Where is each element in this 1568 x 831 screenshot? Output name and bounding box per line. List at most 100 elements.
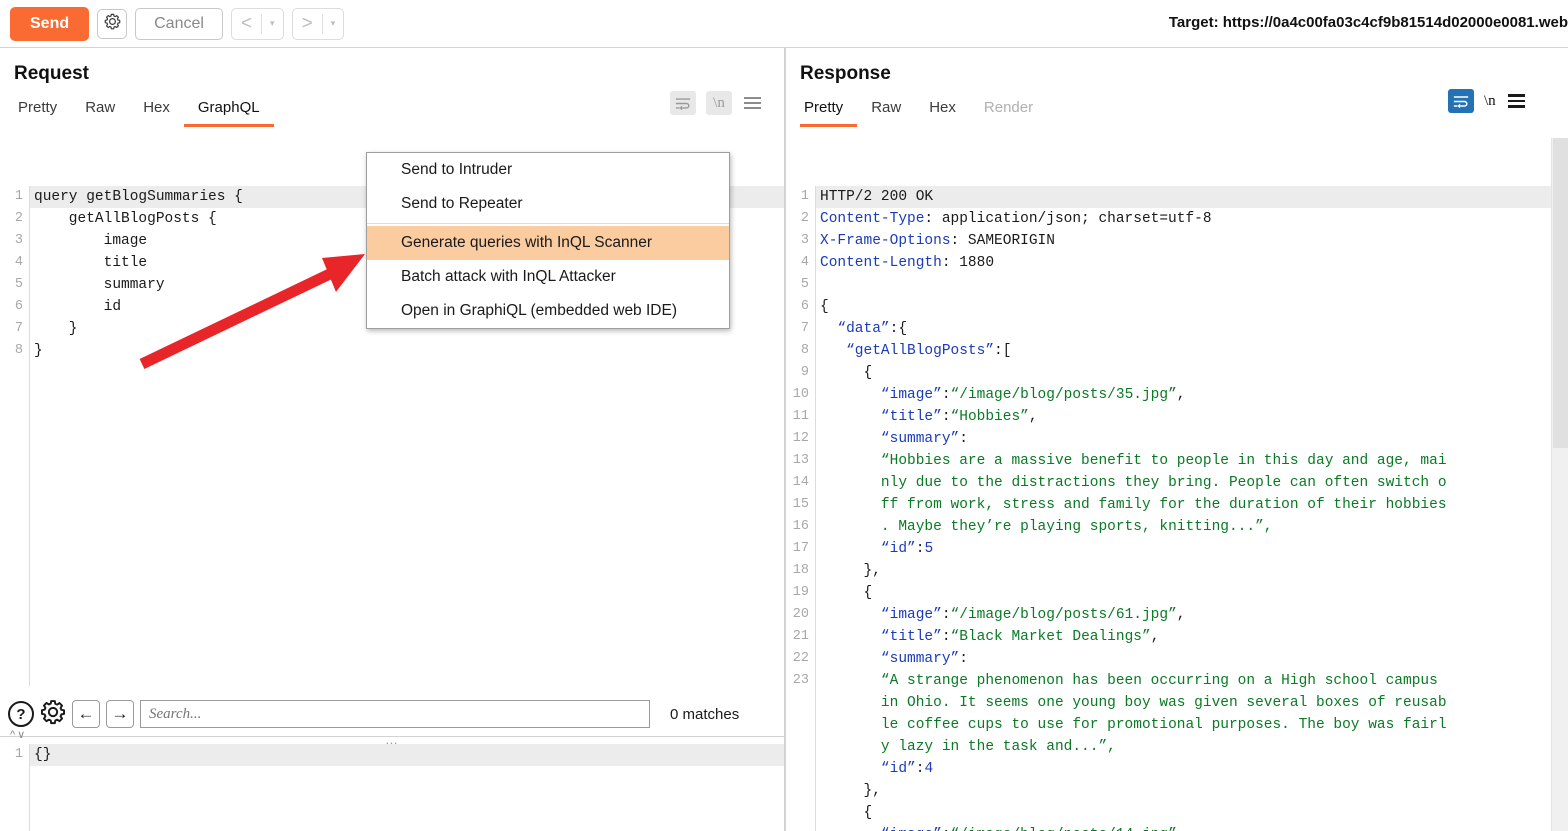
response-panel: Response Pretty Raw Hex Render xyxy=(786,48,1568,831)
code-line[interactable]: nly due to the distractions they bring. … xyxy=(820,472,1552,494)
code-line[interactable]: { xyxy=(820,362,1552,384)
request-variables-editor[interactable]: 1 {} xyxy=(0,744,784,831)
response-menu-icon[interactable] xyxy=(1506,91,1527,111)
request-menu-icon[interactable] xyxy=(742,94,763,112)
splitter-chevrons-icon[interactable]: ^∨ xyxy=(10,728,27,741)
code-line[interactable]: “A strange phenomenon has been occurring… xyxy=(820,670,1552,692)
code-line[interactable]: Content-Length: 1880 xyxy=(820,252,1552,274)
response-body-editor[interactable]: 1234567891011121314151617181920212223 HT… xyxy=(786,186,1552,831)
search-input[interactable] xyxy=(140,700,650,728)
tab-response-render: Render xyxy=(970,99,1047,127)
code-line[interactable]: “id”:5 xyxy=(820,538,1552,560)
line-number: 16 xyxy=(786,516,814,538)
variables-code-text[interactable]: {} xyxy=(29,744,784,831)
code-line[interactable]: “image”:“/image/blog/posts/35.jpg”, xyxy=(820,384,1552,406)
chevron-down-icon[interactable]: ▾ xyxy=(323,18,344,29)
code-line[interactable]: y lazy in the task and...”, xyxy=(820,736,1552,758)
newline-toggle[interactable]: \n xyxy=(706,91,732,115)
code-line[interactable]: HTTP/2 200 OK xyxy=(820,186,1552,208)
splitter-grip-icon: … xyxy=(385,737,399,743)
response-panel-title: Response xyxy=(786,48,1568,85)
code-line[interactable]: “image”:“/image/blog/posts/14.jpg”, xyxy=(820,824,1552,831)
request-horizontal-splitter[interactable]: ^∨ … xyxy=(0,736,784,743)
tab-response-raw[interactable]: Raw xyxy=(857,99,915,127)
tab-response-pretty[interactable]: Pretty xyxy=(800,99,857,127)
request-line-numbers: 12345678 xyxy=(0,186,28,686)
context-menu-item[interactable]: Batch attack with InQL Attacker xyxy=(367,260,729,294)
code-line[interactable]: X-Frame-Options: SAMEORIGIN xyxy=(820,230,1552,252)
response-line-numbers: 1234567891011121314151617181920212223 xyxy=(786,186,814,831)
chevron-left-icon: < xyxy=(232,13,261,35)
help-icon[interactable]: ? xyxy=(8,701,34,727)
code-line[interactable]: “title”:“Black Market Dealings”, xyxy=(820,626,1552,648)
line-number: 6 xyxy=(0,296,28,318)
code-line[interactable]: “getAllBlogPosts”:[ xyxy=(820,340,1552,362)
line-number: 15 xyxy=(786,494,814,516)
send-button[interactable]: Send xyxy=(10,7,89,41)
code-line[interactable]: Content-Type: application/json; charset=… xyxy=(820,208,1552,230)
code-line[interactable]: . Maybe they’re playing sports, knitting… xyxy=(820,516,1552,538)
code-line[interactable]: “summary”: xyxy=(820,648,1552,670)
context-menu-item[interactable]: Generate queries with InQL Scanner xyxy=(367,226,729,260)
code-line[interactable]: in Ohio. It seems one young boy was give… xyxy=(820,692,1552,714)
word-wrap-icon[interactable] xyxy=(670,91,696,115)
search-settings-gear-icon[interactable] xyxy=(40,699,66,730)
tab-response-hex[interactable]: Hex xyxy=(915,99,970,127)
search-matches-count: 0 matches xyxy=(670,706,739,723)
request-search-bar: ? ← → 0 matches xyxy=(0,693,784,735)
code-line[interactable] xyxy=(820,274,1552,296)
line-number: 1 xyxy=(0,744,28,766)
cancel-button[interactable]: Cancel xyxy=(135,8,223,40)
line-number: 2 xyxy=(786,208,814,230)
code-line[interactable]: ff from work, stress and family for the … xyxy=(820,494,1552,516)
code-line[interactable]: { xyxy=(820,582,1552,604)
tab-request-pretty[interactable]: Pretty xyxy=(14,99,71,127)
chevron-down-icon[interactable]: ▾ xyxy=(262,18,283,29)
context-menu-item[interactable]: Send to Intruder xyxy=(367,153,729,187)
line-number: 13 xyxy=(786,450,814,472)
code-line[interactable]: “image”:“/image/blog/posts/61.jpg”, xyxy=(820,604,1552,626)
code-line[interactable]: “Hobbies are a massive benefit to people… xyxy=(820,450,1552,472)
code-line[interactable]: } xyxy=(34,340,784,362)
line-number: 17 xyxy=(786,538,814,560)
next-request-button[interactable]: > ▾ xyxy=(292,8,345,40)
tab-request-hex[interactable]: Hex xyxy=(129,99,184,127)
tab-request-raw[interactable]: Raw xyxy=(71,99,129,127)
line-number: 8 xyxy=(786,340,814,362)
line-number: 3 xyxy=(0,230,28,252)
prev-request-button[interactable]: < ▾ xyxy=(231,8,284,40)
line-number: 6 xyxy=(786,296,814,318)
context-menu-item[interactable]: Open in GraphiQL (embedded web IDE) xyxy=(367,294,729,328)
request-tabs: Pretty Raw Hex GraphQL \n xyxy=(0,85,784,127)
newline-toggle[interactable]: \n xyxy=(1484,93,1496,110)
code-line[interactable]: { xyxy=(820,296,1552,318)
response-vertical-scrollbar[interactable] xyxy=(1551,138,1568,831)
line-number: 10 xyxy=(786,384,814,406)
code-line[interactable]: “data”:{ xyxy=(820,318,1552,340)
line-number: 14 xyxy=(786,472,814,494)
code-line[interactable]: le coffee cups to use for promotional pu… xyxy=(820,714,1552,736)
scrollbar-thumb[interactable] xyxy=(1553,138,1568,448)
code-line[interactable]: }, xyxy=(820,560,1552,582)
response-code-text[interactable]: HTTP/2 200 OKContent-Type: application/j… xyxy=(815,186,1552,831)
code-line[interactable]: “title”:“Hobbies”, xyxy=(820,406,1552,428)
code-line[interactable]: }, xyxy=(820,780,1552,802)
line-number: 21 xyxy=(786,626,814,648)
code-line[interactable]: “id”:4 xyxy=(820,758,1552,780)
line-number: 7 xyxy=(786,318,814,340)
tab-request-graphql[interactable]: GraphQL xyxy=(184,99,274,127)
code-line[interactable]: {} xyxy=(34,744,784,766)
search-prev-button[interactable]: ← xyxy=(72,700,100,728)
line-number: 1 xyxy=(0,186,28,208)
word-wrap-icon[interactable] xyxy=(1448,89,1474,113)
code-line[interactable]: “summary”: xyxy=(820,428,1552,450)
context-menu: Send to IntruderSend to Repeater Generate… xyxy=(366,152,730,329)
code-line[interactable]: { xyxy=(820,802,1552,824)
context-menu-item[interactable]: Send to Repeater xyxy=(367,187,729,221)
line-number: 2 xyxy=(0,208,28,230)
line-number: 12 xyxy=(786,428,814,450)
response-tabs: Pretty Raw Hex Render \n xyxy=(786,85,1568,127)
search-next-button[interactable]: → xyxy=(106,700,134,728)
top-toolbar: Send Cancel < ▾ > ▾ Target: https://0a4c… xyxy=(0,0,1568,48)
request-settings-button[interactable] xyxy=(97,9,127,39)
